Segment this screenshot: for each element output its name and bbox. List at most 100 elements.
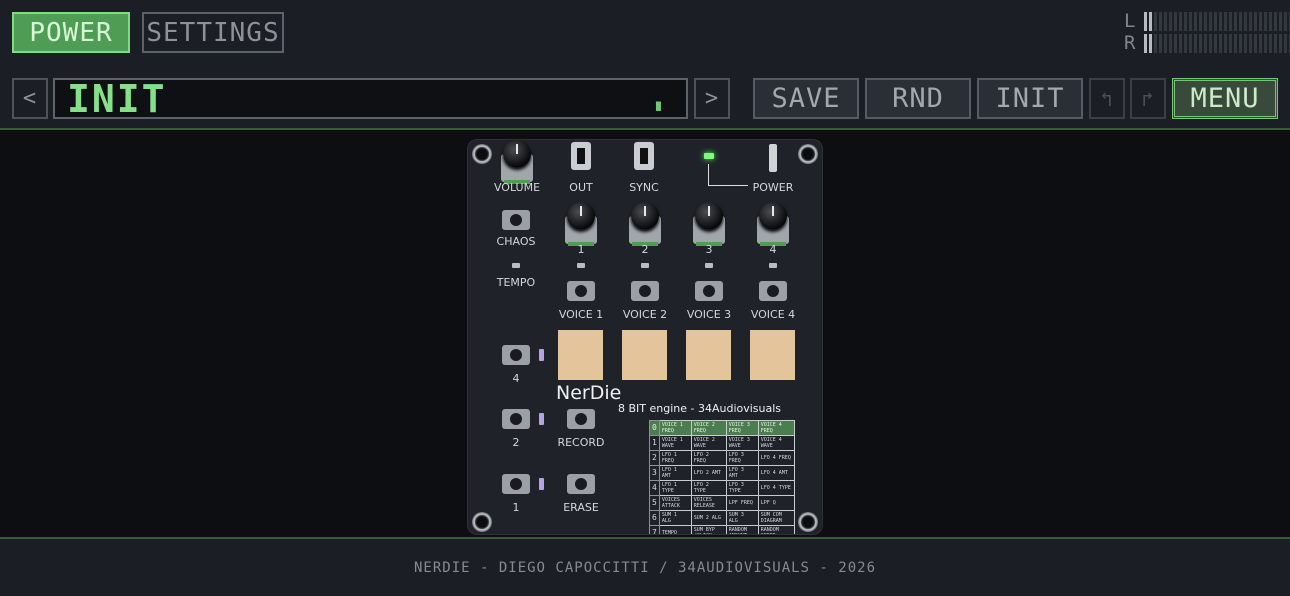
meter-segment <box>1219 12 1222 31</box>
bit-2-button[interactable] <box>502 409 530 429</box>
meter-segment <box>1184 34 1187 53</box>
parameter-row: 6 SUM 1 ALG SUM 2 ALG SUM 3 ALG SUM COM DIAG… <box>649 510 796 526</box>
parameter-index: 4 <box>649 480 660 496</box>
meter-segment <box>1239 12 1242 31</box>
meter-right-label: R <box>1124 32 1136 54</box>
voice-knob-1[interactable] <box>562 202 600 246</box>
meter-left-channel <box>1144 12 1290 31</box>
voice-4-button[interactable] <box>759 281 787 301</box>
parameter-cell: VOICES RELEASE <box>690 495 727 511</box>
meter-right-channel <box>1144 34 1290 53</box>
menu-button[interactable]: MENU <box>1172 78 1278 119</box>
meter-segment <box>1144 34 1147 53</box>
voice-knob-3[interactable] <box>690 202 728 246</box>
power-label: POWER <box>752 181 794 194</box>
parameter-cell: LFO 4 FREQ <box>757 450 796 466</box>
meter-segment <box>1254 34 1257 53</box>
meter-segment <box>1164 12 1167 31</box>
nerdie-device: VOLUME OUT SYNC POWER CHAOS TEMPO 1 2 3 … <box>468 140 822 534</box>
touch-pad-2[interactable] <box>622 330 667 380</box>
power-trace <box>708 164 748 186</box>
parameter-row: 7TEMPOSUM BYP /CLICKRANDOM AMOUNTRANDOM … <box>649 525 796 534</box>
parameter-cell: SUM 2 ALG <box>690 510 727 526</box>
parameter-cell: SUM 1 ALG <box>658 510 692 526</box>
record-button[interactable] <box>567 409 595 429</box>
meter-segment <box>1154 34 1157 53</box>
init-button[interactable]: INIT <box>977 78 1083 119</box>
parameter-cell: LPF Q <box>757 495 796 511</box>
prev-preset-button[interactable]: < <box>12 78 48 119</box>
parameter-cell: LFO 4 AMT <box>757 465 796 481</box>
parameter-index: 5 <box>649 495 660 511</box>
settings-button[interactable]: SETTINGS <box>142 12 284 53</box>
meter-segment <box>1154 12 1157 31</box>
voice-label: VOICE 2 <box>622 308 668 321</box>
parameter-cell: SUM COM DIAGRAM <box>757 510 796 526</box>
parameter-cell: LFO 2 AMT <box>690 465 727 481</box>
save-button[interactable]: SAVE <box>753 78 859 119</box>
meter-segment <box>1159 34 1162 53</box>
sync-jack[interactable] <box>632 140 656 178</box>
parameter-cell: SUM 3 ALG <box>725 510 759 526</box>
meter-segment <box>1274 12 1277 31</box>
meter-segment <box>1189 12 1192 31</box>
bit-1-led <box>539 478 544 490</box>
meter-segment <box>1234 12 1237 31</box>
sync-label: SYNC <box>629 181 659 194</box>
voice-2-button[interactable] <box>631 281 659 301</box>
power-led <box>704 153 714 159</box>
meter-segment <box>1209 12 1212 31</box>
volume-knob[interactable] <box>498 140 536 184</box>
meter-segment <box>1244 12 1247 31</box>
meter-segment <box>1284 34 1287 53</box>
voice-1-button[interactable] <box>567 281 595 301</box>
footer: NERDIE - DIEGO CAPOCCITTI / 34AUDIOVISUA… <box>0 537 1290 596</box>
voice-knob-2[interactable] <box>626 202 664 246</box>
meter-segment <box>1174 12 1177 31</box>
parameter-cell: LFO 4 TYPE <box>757 480 796 496</box>
parameter-cell: TEMPO <box>658 525 692 534</box>
meter-segment <box>1204 12 1207 31</box>
voice-led-4 <box>769 263 777 268</box>
out-jack[interactable] <box>569 140 593 178</box>
parameter-cell: VOICE 3 FREQ <box>725 420 759 436</box>
meter-segment <box>1144 12 1147 31</box>
touch-pad-4[interactable] <box>750 330 795 380</box>
parameter-cell: LPF FREQ <box>725 495 759 511</box>
power-button[interactable]: POWER <box>12 12 130 53</box>
voice-knob-4[interactable] <box>754 202 792 246</box>
chaos-button[interactable] <box>502 210 530 230</box>
power-switch[interactable] <box>769 144 777 172</box>
touch-pad-3[interactable] <box>686 330 731 380</box>
meter-segment <box>1194 34 1197 53</box>
undo-button[interactable]: ↰ <box>1089 78 1125 119</box>
bit-4-button[interactable] <box>502 345 530 365</box>
parameter-row: 3 LFO 1 AMT LFO 2 AMT LFO 3 AMT LFO 4 AMT <box>649 465 796 481</box>
parameter-cell: VOICE 4 WAVE <box>757 435 796 451</box>
erase-button[interactable] <box>567 474 595 494</box>
parameter-cell: LFO 2 FREQ <box>690 450 727 466</box>
parameter-row: 5 VOICES ATTACK VOICES RELEASE LPF FREQ LPF … <box>649 495 796 511</box>
parameter-cell: VOICE 3 WAVE <box>725 435 759 451</box>
meter-segment <box>1169 12 1172 31</box>
next-preset-button[interactable]: > <box>694 78 730 119</box>
redo-button[interactable]: ↱ <box>1130 78 1166 119</box>
parameter-index: 3 <box>649 465 660 481</box>
top-bar: POWER SETTINGS L R < INIT ▖ > SAVE RND I… <box>0 0 1290 130</box>
meter-segment <box>1259 12 1262 31</box>
parameter-cell: LFO 3 FREQ <box>725 450 759 466</box>
parameter-cell: RANDOM SPEED <box>757 525 796 534</box>
screw-icon <box>472 144 492 164</box>
meter-segment <box>1284 12 1287 31</box>
voice-3-button[interactable] <box>695 281 723 301</box>
touch-pad-1[interactable] <box>558 330 603 380</box>
meter-segment <box>1249 34 1252 53</box>
bit-2-led <box>539 413 544 425</box>
random-button[interactable]: RND <box>865 78 971 119</box>
parameter-index: 6 <box>649 510 660 526</box>
meter-segment <box>1269 12 1272 31</box>
meter-segment <box>1204 34 1207 53</box>
parameter-cell: VOICE 2 WAVE <box>690 435 727 451</box>
bit-1-button[interactable] <box>502 474 530 494</box>
meter-segment <box>1164 34 1167 53</box>
